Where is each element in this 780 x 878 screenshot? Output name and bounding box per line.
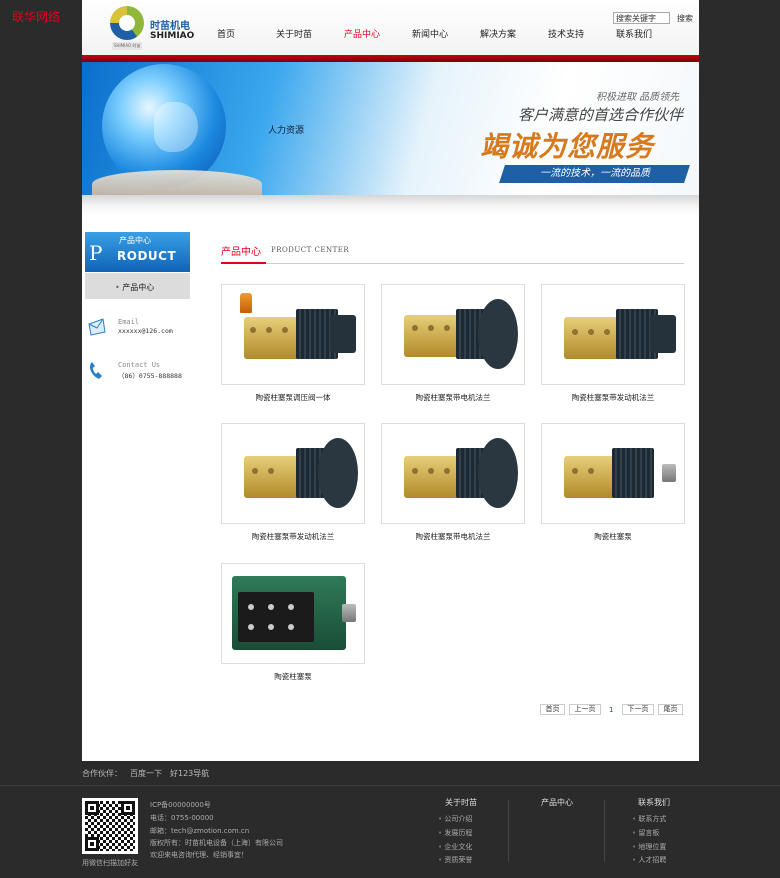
banner-slogan: 积极进取 品质领先 bbox=[596, 92, 680, 103]
footer-welcome: 欢迎来电咨询代理、经销事宜！ bbox=[150, 851, 248, 859]
nav-item-products[interactable]: 产品中心 bbox=[344, 27, 380, 40]
section-title: 产品中心 bbox=[221, 247, 261, 258]
product-image[interactable] bbox=[541, 423, 685, 524]
sidebar-header: 产品中心 P RODUCT bbox=[85, 232, 190, 272]
phone-icon bbox=[87, 360, 107, 382]
logo-sub: SHIMIAO 时苗 bbox=[112, 42, 143, 50]
product-image[interactable] bbox=[221, 284, 365, 385]
product-name[interactable]: 陶瓷柱塞泵 bbox=[541, 531, 685, 542]
footer-col-divider bbox=[604, 800, 605, 862]
footer-col-about-title: 关于时苗 bbox=[445, 798, 477, 807]
partner-link[interactable]: 好123导航 bbox=[170, 769, 209, 778]
page-container: 时苗机电 SHIMIAO SHIMIAO 时苗 首页 关于时苗 产品中心 新闻中… bbox=[82, 0, 699, 761]
pager-next[interactable]: 下一页 bbox=[622, 704, 654, 715]
product-card: 陶瓷柱塞泵调压阀一体 bbox=[221, 284, 365, 402]
partners-bar: 合作伙伴： 百度一下 好123导航 bbox=[82, 768, 217, 779]
banner-tag: 一流的技术，一流的品质 bbox=[499, 165, 690, 183]
section-title-en: PRODUCT CENTER bbox=[271, 246, 350, 254]
product-name[interactable]: 陶瓷柱塞泵带电机法兰 bbox=[381, 531, 525, 542]
footer-col-contact-title: 联系我们 bbox=[638, 798, 670, 807]
qr-caption: 用微信扫描加好友 bbox=[82, 859, 138, 867]
product-image[interactable] bbox=[221, 563, 365, 664]
corner-tag: 联华网络 bbox=[12, 10, 61, 24]
footer-link[interactable]: 地理位置 bbox=[632, 842, 666, 852]
sidebar-header-cn: 产品中心 bbox=[119, 236, 151, 245]
product-image[interactable] bbox=[381, 423, 525, 524]
sidebar-header-en: RODUCT bbox=[117, 249, 177, 263]
partners-label: 合作伙伴： bbox=[82, 769, 122, 778]
contact-label: Contact Us bbox=[118, 361, 161, 369]
footer-link[interactable]: 公司介绍 bbox=[438, 814, 472, 824]
sidebar-item-label[interactable]: 产品中心 bbox=[115, 282, 154, 293]
nav-item-about[interactable]: 关于时苗 bbox=[276, 27, 312, 40]
footer-link[interactable]: 人才招聘 bbox=[632, 855, 666, 865]
product-name[interactable]: 陶瓷柱塞泵带发动机法兰 bbox=[541, 392, 685, 403]
nav-item-contact[interactable]: 联系我们 bbox=[616, 27, 652, 40]
footer-icp: ICP备00000000号 bbox=[150, 801, 211, 809]
product-name[interactable]: 陶瓷柱塞泵调压阀一体 bbox=[221, 392, 365, 403]
partner-link[interactable]: 百度一下 bbox=[130, 769, 162, 778]
sidebar-item-products[interactable]: 产品中心 bbox=[85, 272, 190, 299]
nav-item-solutions[interactable]: 解决方案 bbox=[480, 27, 516, 40]
footer-link[interactable]: 企业文化 bbox=[438, 842, 472, 852]
pager-last[interactable]: 尾页 bbox=[658, 704, 683, 715]
banner-hr-text: 人力资源 bbox=[268, 126, 305, 136]
gray-band bbox=[82, 195, 699, 217]
product-image[interactable] bbox=[221, 423, 365, 524]
qr-code bbox=[82, 798, 138, 854]
product-card: 陶瓷柱塞泵带发动机法兰 bbox=[541, 284, 685, 402]
hand-graphic bbox=[92, 170, 262, 195]
banner: 人力资源 积极进取 品质领先 客户满意的首选合作伙伴 竭诚为您服务 一流的技术，… bbox=[82, 62, 699, 195]
banner-tag-text: 一流的技术，一流的品质 bbox=[539, 168, 650, 179]
footer-col-products-title: 产品中心 bbox=[541, 798, 573, 807]
footer-email: 邮箱：tech@zmotion.com.cn bbox=[150, 827, 250, 835]
footer-phone: 电话：0755-00000 bbox=[150, 814, 214, 822]
nav-item-news[interactable]: 新闻中心 bbox=[412, 27, 448, 40]
nav-item-support[interactable]: 技术支持 bbox=[548, 27, 584, 40]
product-name[interactable]: 陶瓷柱塞泵带发动机法兰 bbox=[221, 531, 365, 542]
email-label: Email bbox=[118, 318, 140, 326]
search-button[interactable]: 搜索 bbox=[672, 12, 698, 24]
banner-main-title: 竭诚为您服务 bbox=[480, 130, 655, 163]
header: 时苗机电 SHIMIAO SHIMIAO 时苗 首页 关于时苗 产品中心 新闻中… bbox=[82, 0, 699, 55]
logo-cn: 时苗机电 bbox=[150, 21, 190, 32]
footer-col-divider bbox=[508, 800, 509, 862]
product-card: 陶瓷柱塞泵带电机法兰 bbox=[381, 423, 525, 541]
footer-link[interactable]: 资质荣誉 bbox=[438, 855, 472, 865]
banner-subtitle: 客户满意的首选合作伙伴 bbox=[518, 106, 684, 124]
pager-first[interactable]: 首页 bbox=[540, 704, 565, 715]
mail-icon bbox=[87, 316, 107, 338]
product-image[interactable] bbox=[541, 284, 685, 385]
logo[interactable]: 时苗机电 SHIMIAO SHIMIAO 时苗 bbox=[110, 6, 195, 50]
product-card: 陶瓷柱塞泵带发动机法兰 bbox=[221, 423, 365, 541]
contact-value: （86）0755-888888 bbox=[118, 372, 182, 380]
footer-link[interactable]: 留言板 bbox=[632, 828, 659, 838]
product-card: 陶瓷柱塞泵带电机法兰 bbox=[381, 284, 525, 402]
logo-mark-icon bbox=[110, 6, 144, 40]
footer-link[interactable]: 发展历程 bbox=[438, 828, 472, 838]
product-card: 陶瓷柱塞泵 bbox=[221, 563, 365, 681]
footer-link[interactable]: 联系方式 bbox=[632, 814, 666, 824]
product-name[interactable]: 陶瓷柱塞泵 bbox=[221, 671, 365, 682]
sidebar-header-letter: P bbox=[89, 241, 103, 265]
email-value: xxxxxx@126.com bbox=[118, 327, 173, 335]
footer-copyright: 版权所有：时苗机电设备（上海）有限公司 bbox=[150, 839, 283, 847]
search-input[interactable] bbox=[613, 12, 670, 24]
footer-divider bbox=[0, 785, 780, 786]
logo-en: SHIMIAO bbox=[150, 31, 195, 41]
product-card: 陶瓷柱塞泵 bbox=[541, 423, 685, 541]
nav-item-home[interactable]: 首页 bbox=[217, 27, 235, 40]
product-image[interactable] bbox=[381, 284, 525, 385]
pager-prev[interactable]: 上一页 bbox=[569, 704, 601, 715]
product-name[interactable]: 陶瓷柱塞泵带电机法兰 bbox=[381, 392, 525, 403]
pager-current: 1 bbox=[609, 706, 614, 714]
header-red-divider bbox=[82, 55, 699, 62]
section-divider bbox=[221, 263, 684, 264]
section-divider-accent bbox=[221, 262, 266, 264]
